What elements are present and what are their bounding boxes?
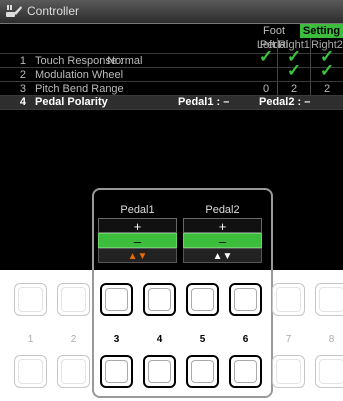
row-divider [0,81,343,82]
title-bar: Controller [0,0,343,24]
button-number-label: 2 [70,334,77,345]
button-number-label: 3 [113,334,120,345]
button-number-label: 1 [27,334,34,345]
row-value: Normal [107,55,143,67]
checkmark-icon[interactable]: ✓ [316,62,338,79]
row-number: 2 [19,69,26,81]
lower-button-7[interactable] [272,355,305,388]
row-number: 3 [19,83,26,95]
upper-button-6[interactable] [229,283,262,316]
lower-button-4[interactable] [143,355,176,388]
lower-button-3[interactable] [100,355,133,388]
checkmark-icon[interactable]: ✓ [255,48,277,65]
row-divider [0,109,343,110]
pedal1-polarity-value: Pedal1 : – [178,96,230,108]
button-number-label: 7 [285,334,292,345]
upper-button-2[interactable] [57,283,90,316]
checkmark-icon[interactable]: ✓ [283,62,305,79]
row-label: Modulation Wheel [35,69,124,81]
tab-foot-pedal[interactable]: Foot Pedal [248,24,300,51]
upper-button-3[interactable] [100,283,133,316]
button-number-label: 4 [156,334,163,345]
lower-button-6[interactable] [229,355,262,388]
upper-button-8[interactable] [315,283,343,316]
settings-row-selected[interactable]: 4 Pedal Polarity Pedal1 : – Pedal2 : – [0,96,343,109]
upper-button-5[interactable] [186,283,219,316]
pitch-bend-right2-value[interactable]: 2 [316,83,338,95]
pedal2-polarity-value: Pedal2 : – [259,96,311,108]
window-title: Controller [27,4,80,18]
button-number-label: 5 [199,334,206,345]
settings-row[interactable]: 2 Modulation Wheel ✓ ✓ [0,62,343,81]
pitch-bend-right1-value[interactable]: 2 [283,83,305,95]
row-label: Pedal Polarity [35,96,108,108]
button-number-label: 8 [328,334,335,345]
lower-button-1[interactable] [14,355,47,388]
upper-button-7[interactable] [272,283,305,316]
upper-button-1[interactable] [14,283,47,316]
lower-button-2[interactable] [57,355,90,388]
row-number: 1 [19,55,26,67]
keyboard-pedal-icon [6,5,22,17]
row-number: 4 [19,96,26,108]
lower-button-5[interactable] [186,355,219,388]
upper-button-4[interactable] [143,283,176,316]
lower-button-8[interactable] [315,355,343,388]
tab-setting[interactable]: Setting [300,24,343,38]
row-label: Pitch Bend Range [35,83,124,95]
settings-row[interactable]: 3 Pitch Bend Range 0 2 2 [0,83,343,95]
button-number-label: 6 [242,334,249,345]
pitch-bend-left-value[interactable]: 0 [255,83,277,95]
